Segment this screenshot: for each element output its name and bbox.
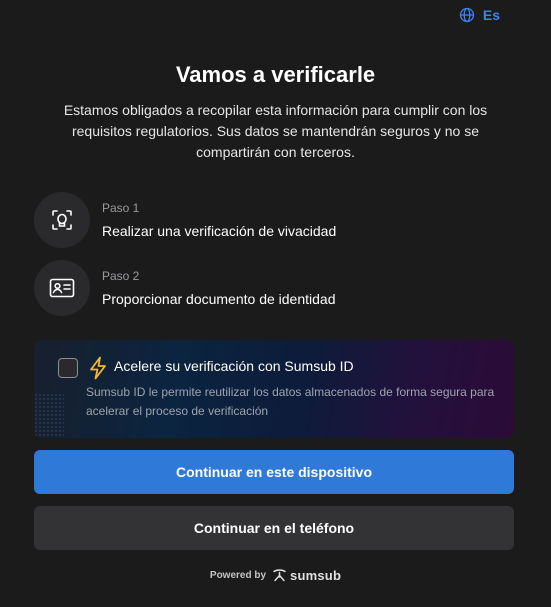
lightning-icon [90, 356, 106, 380]
step-1-text: Realizar una verificación de vivacidad [102, 223, 337, 239]
language-selector[interactable]: Es [459, 7, 500, 23]
page-title: Vamos a verificarle [175, 62, 376, 87]
step-1-icon-circle [34, 192, 90, 248]
promo-title: Acelere su verificación con Sumsub ID [114, 358, 354, 374]
globe-icon [459, 7, 475, 23]
continue-on-device-button[interactable]: Continuar en este dispositivo [34, 450, 514, 494]
page-subtitle: Estamos obligados a recopilar esta infor… [63, 102, 488, 160]
step-1-label: Paso 1 [102, 201, 140, 215]
powered-by-label: Powered by [209, 570, 267, 581]
promo-description: Sumsub ID le permite reutilizar los dato… [86, 385, 495, 418]
id-card-icon [49, 278, 75, 298]
sumsub-logo-icon [273, 569, 286, 582]
sumsub-id-checkbox[interactable] [58, 358, 78, 378]
sumsub-brand[interactable]: sumsub [272, 568, 341, 583]
step-2-text: Proporcionar documento de identidad [102, 291, 336, 307]
step-2-icon-circle [34, 260, 90, 316]
face-scan-icon [52, 210, 72, 230]
footer: Powered by sumsub [0, 568, 551, 583]
sumsub-id-promo: Acelere su verificación con Sumsub ID Su… [34, 340, 514, 438]
step-2: Paso 2 Proporcionar documento de identid… [34, 260, 514, 316]
step-2-label: Paso 2 [102, 269, 140, 283]
step-1: Paso 1 Realizar una verificación de viva… [34, 192, 514, 248]
continue-on-phone-button[interactable]: Continuar en el teléfono [34, 506, 514, 550]
decorative-dots [34, 393, 64, 438]
language-code: Es [482, 7, 500, 23]
sumsub-wordmark: sumsub [290, 568, 342, 583]
